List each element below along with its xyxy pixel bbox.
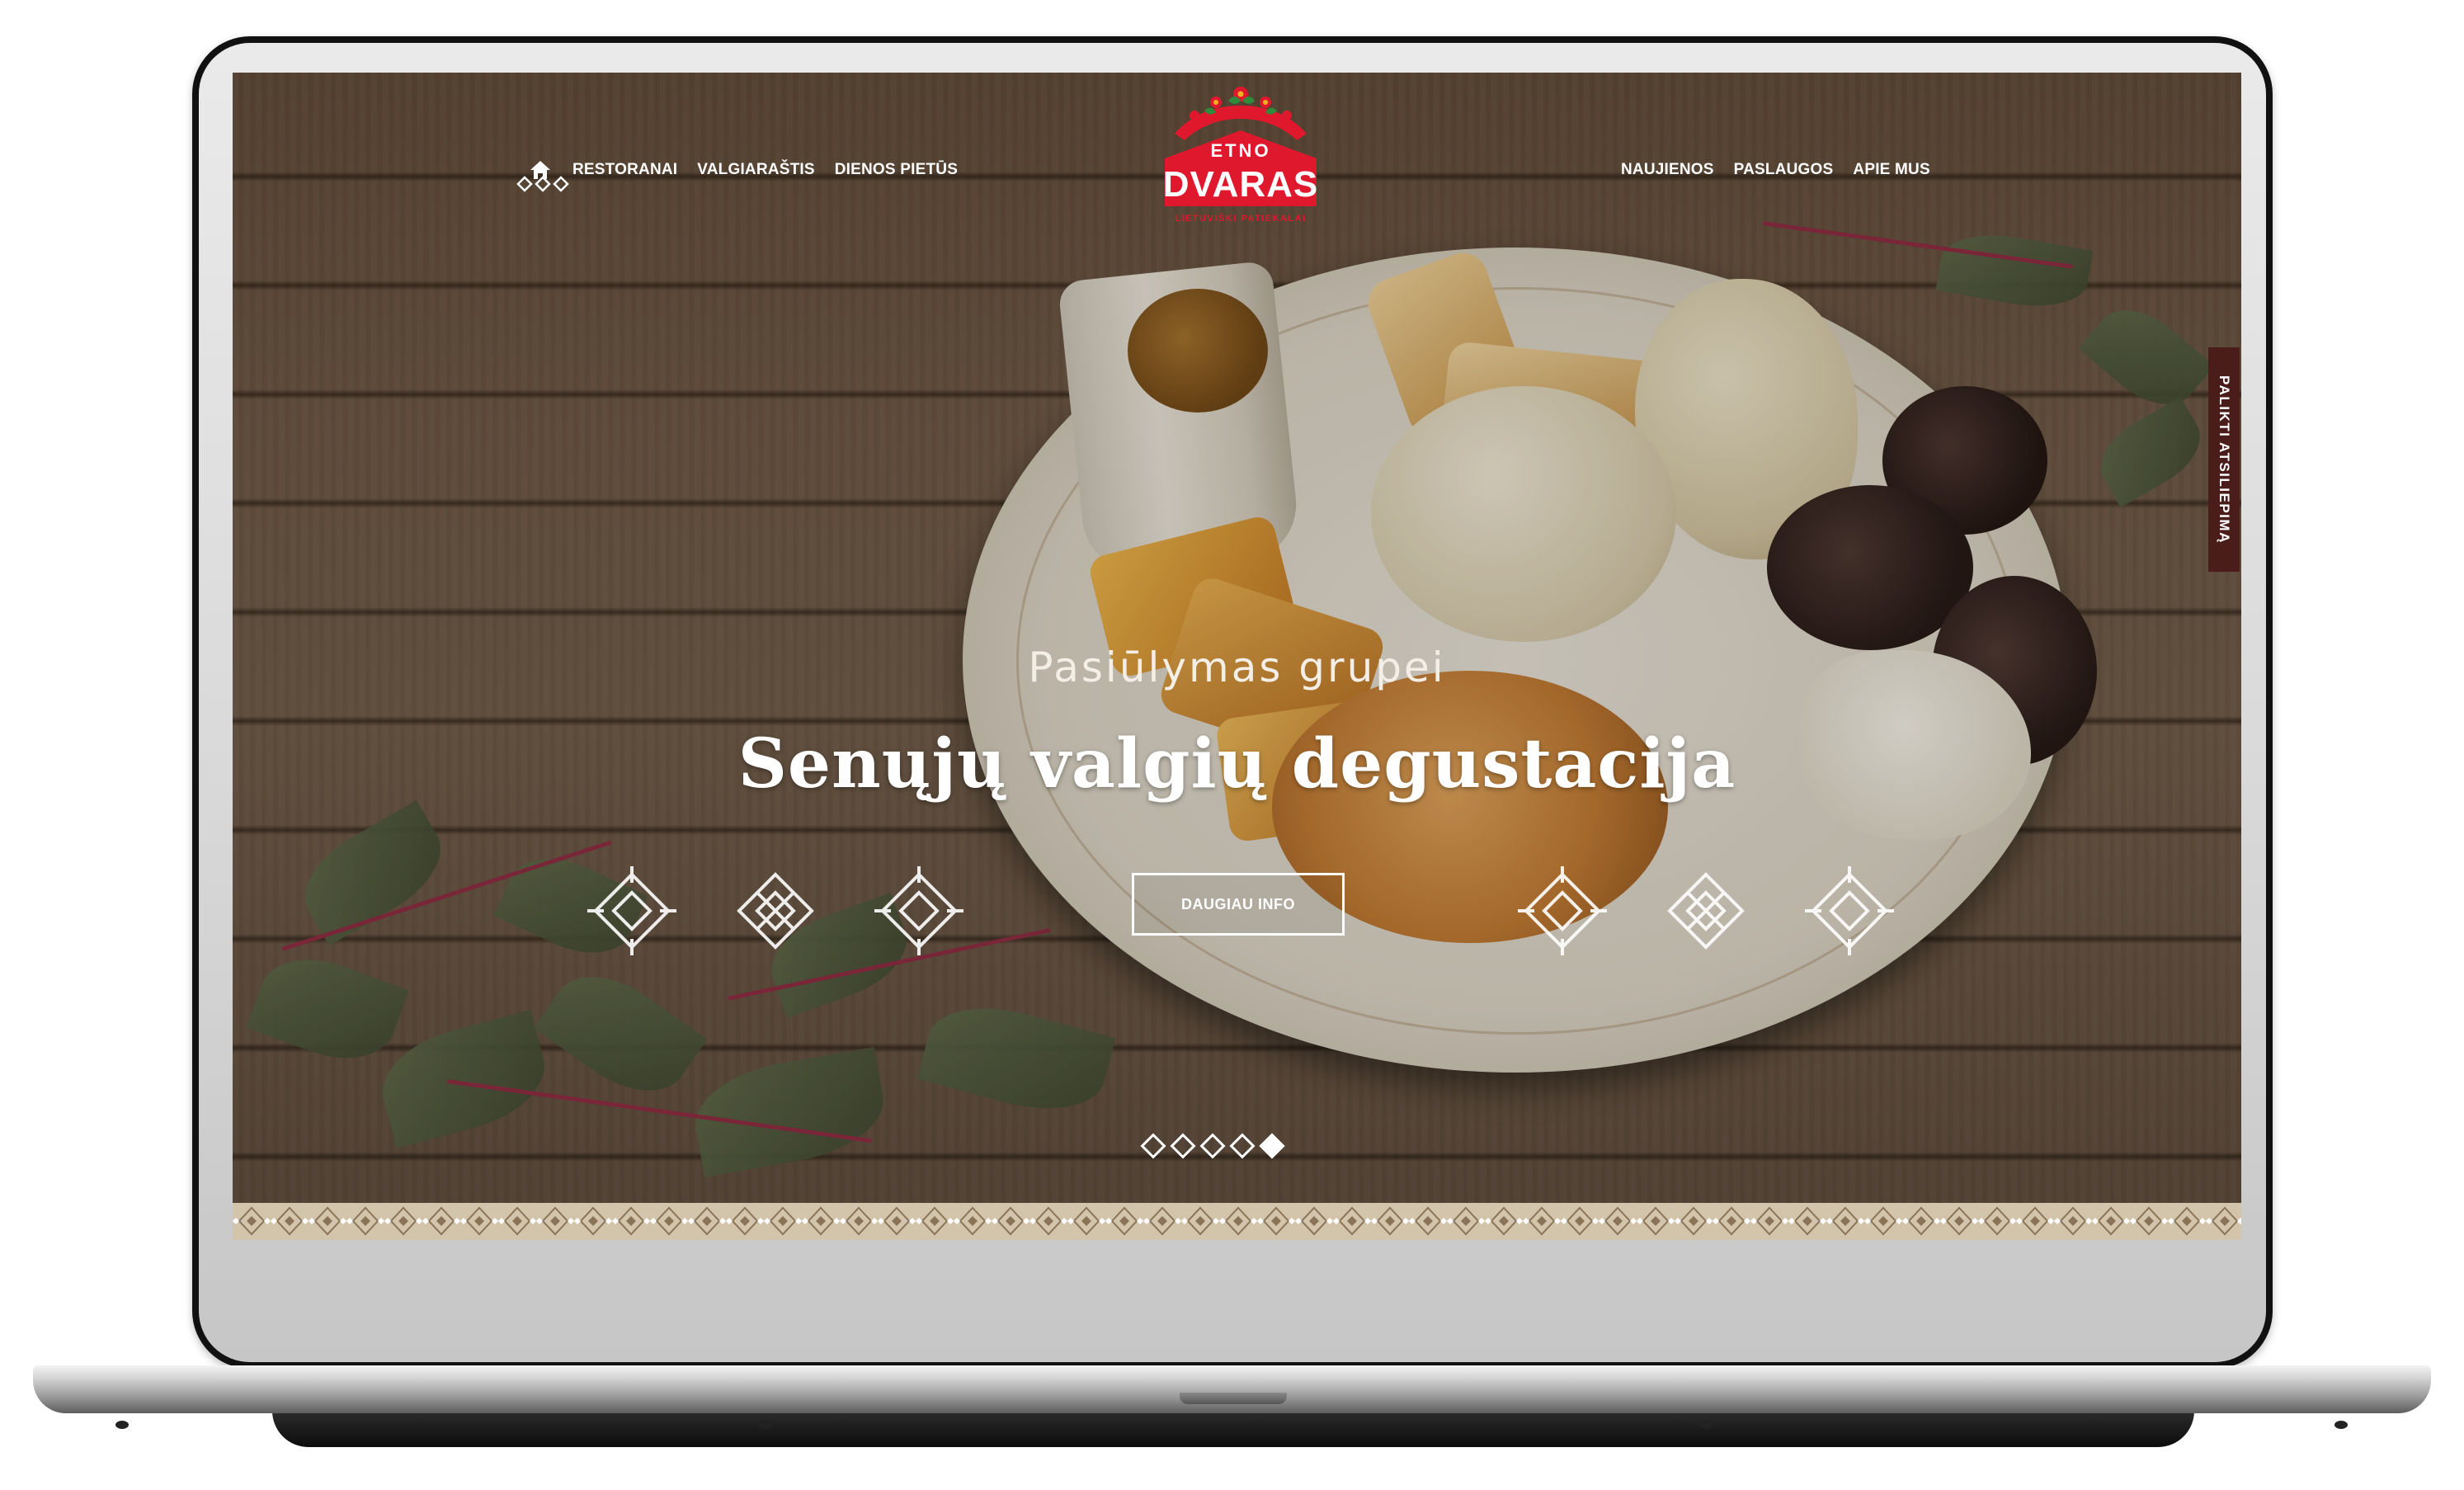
feedback-tab[interactable]: PALIKTI ATSILIEPIMĄ: [2208, 347, 2240, 572]
nav-restoranai[interactable]: RESTORANAI: [572, 161, 677, 179]
svg-text:ETNO: ETNO: [1210, 140, 1270, 161]
folk-pattern-border: [233, 1203, 2241, 1240]
nav-naujienos[interactable]: NAUJIENOS: [1621, 161, 1714, 179]
folk-star-ornament-icon: [1667, 872, 1745, 950]
diamond-ornament-icon: [516, 176, 569, 192]
nav-valgiarastis[interactable]: VALGIARAŠTIS: [697, 161, 814, 179]
main-nav-left: RESTORANAI VALGIARAŠTIS DIENOS PIETŪS: [528, 158, 958, 182]
slider-dot[interactable]: [1140, 1133, 1166, 1159]
svg-text:LIETUVIŠKI PATIEKALAI: LIETUVIŠKI PATIEKALAI: [1175, 213, 1306, 224]
hero-kicker: Pasiūlymas grupei: [1028, 644, 1446, 691]
nav-dienos-pietus[interactable]: DIENOS PIETŪS: [835, 161, 958, 179]
hero-title: Senųjų valgių degustacija: [737, 724, 1736, 804]
main-nav-right: NAUJIENOS PASLAUGOS APIE MUS: [1621, 158, 1930, 182]
folk-star-ornament-icon: [1805, 866, 1894, 955]
laptop-foot: [115, 1421, 129, 1429]
laptop-base-underside: [272, 1411, 2194, 1447]
slider-dot[interactable]: [1229, 1133, 1256, 1159]
folk-star-ornament-icon: [737, 872, 814, 950]
folk-star-ornament-icon: [587, 866, 676, 955]
laptop-foot: [2334, 1421, 2348, 1429]
slider-dot[interactable]: [1199, 1133, 1226, 1159]
folk-star-ornament-icon: [1518, 866, 1607, 955]
slider-dot-active[interactable]: [1259, 1133, 1285, 1159]
website-screen: RESTORANAI VALGIARAŠTIS DIENOS PIETŪS ET…: [233, 73, 2241, 1240]
etno-dvaras-logo[interactable]: ETNO DVARAS LIETUVIŠKI PATIEKALAI: [1150, 83, 1331, 233]
laptop-foot: [759, 1421, 772, 1429]
laptop-notch: [1180, 1393, 1287, 1404]
nav-apie-mus[interactable]: APIE MUS: [1853, 161, 1929, 179]
feedback-tab-label: PALIKTI ATSILIEPIMĄ: [2217, 375, 2232, 544]
slider-dot[interactable]: [1170, 1133, 1196, 1159]
folk-star-ornament-icon: [874, 866, 963, 955]
more-info-button[interactable]: DAUGIAU INFO: [1132, 873, 1345, 936]
nav-paslaugos[interactable]: PASLAUGOS: [1734, 161, 1834, 179]
laptop-base: [33, 1365, 2431, 1413]
slider-pagination: [1140, 1133, 1285, 1159]
svg-text:DVARAS: DVARAS: [1163, 164, 1319, 205]
laptop-foot: [1699, 1421, 1713, 1429]
